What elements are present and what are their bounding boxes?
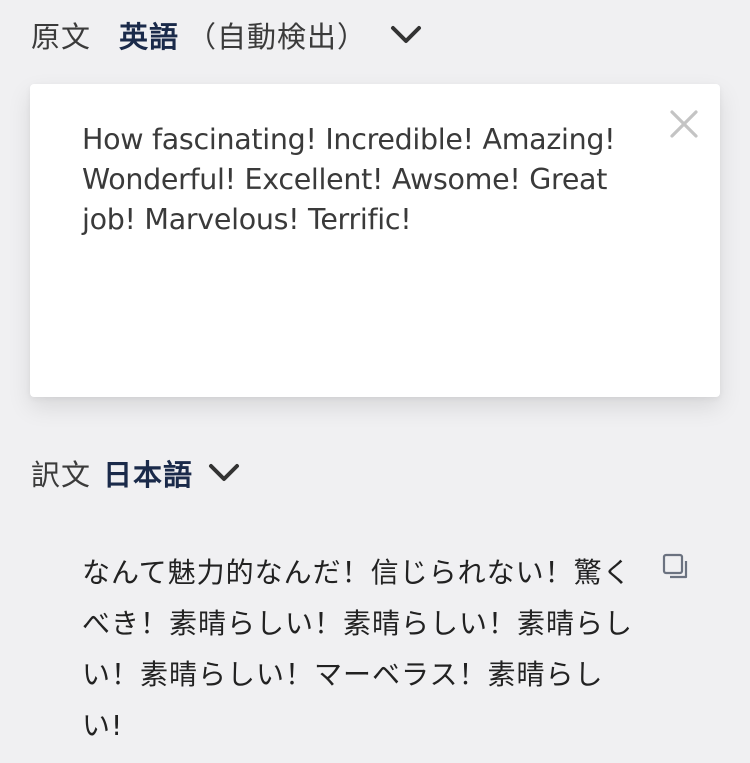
auto-detect-note: （自動検出） bbox=[187, 20, 368, 54]
chevron-down-icon[interactable] bbox=[389, 18, 423, 52]
close-icon[interactable] bbox=[668, 108, 700, 140]
target-language-selector[interactable]: 訳文 日本語 bbox=[31, 452, 241, 494]
source-language-name[interactable]: 英語 bbox=[119, 14, 179, 56]
target-label: 訳文 bbox=[31, 458, 92, 492]
source-language-selector[interactable]: 原文 英語 （自動検出） bbox=[31, 14, 423, 56]
source-text[interactable]: How fascinating! Incredible! Amazing! Wo… bbox=[82, 120, 647, 240]
source-text-card[interactable]: How fascinating! Incredible! Amazing! Wo… bbox=[30, 84, 720, 397]
translation-text: なんて魅力的なんだ！信じられない！驚くべき！素晴らしい！素晴らしい！素晴らしい！… bbox=[82, 556, 634, 742]
translator-page: 原文 英語 （自動検出） How fascinating! Incredible… bbox=[0, 0, 750, 763]
chevron-down-icon[interactable] bbox=[207, 456, 241, 490]
target-language-name[interactable]: 日本語 bbox=[103, 452, 193, 494]
source-label: 原文 bbox=[31, 20, 92, 54]
copy-icon[interactable] bbox=[660, 551, 692, 583]
